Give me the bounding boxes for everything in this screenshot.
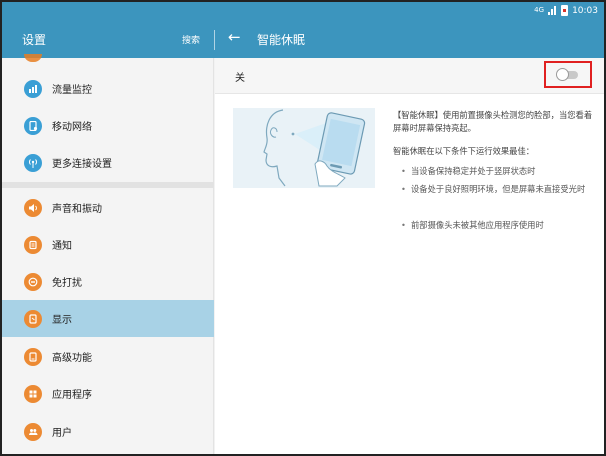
advanced-features-icon	[24, 347, 42, 366]
sidebar-item-label: 通知	[52, 241, 72, 252]
sidebar-item-label: 声音和振动	[52, 204, 102, 215]
sidebar-item-label: 移动网络	[52, 122, 92, 133]
back-arrow-icon[interactable]: ←	[228, 28, 241, 46]
sidebar-item-label: 流量监控	[52, 85, 92, 96]
sidebar-item-sound-vibration[interactable]: 声音和振动	[2, 189, 214, 226]
smart-stay-switch[interactable]	[556, 68, 578, 81]
sidebar-item-label: 用户	[52, 428, 72, 439]
speaker-icon	[24, 198, 42, 217]
app-bar: 设置 搜索 ← 智能休眠	[2, 22, 604, 58]
status-bar: 4G 10:03	[2, 2, 604, 22]
conditions-title: 智能休眠在以下条件下运行效果最佳：	[393, 146, 535, 156]
toggle-row[interactable]: 关	[215, 58, 604, 94]
sidebar-item-label: 免打扰	[52, 278, 82, 289]
page-title: 智能休眠	[257, 33, 306, 47]
tablet-screen: 4G 10:03 设置 搜索 ← 智能休眠 流量监控 移动网络 更多连接设置 声…	[0, 0, 606, 456]
app-bar-divider	[214, 30, 215, 50]
highlight-box	[544, 61, 592, 88]
apps-grid-icon	[24, 384, 42, 403]
antenna-icon	[24, 153, 42, 172]
feature-description: 【智能休眠】使用前置摄像头检测您的脸部，当您看着屏幕时屏幕保持亮起。	[393, 110, 593, 133]
sidebar-item-data-usage[interactable]: 流量监控	[2, 70, 214, 107]
sidebar-item-label: 显示	[52, 315, 72, 326]
switch-knob	[556, 68, 569, 81]
display-icon	[24, 309, 42, 328]
signal-strength-icon	[548, 6, 557, 15]
bell-icon	[24, 235, 42, 254]
sidebar-item-mobile-network[interactable]: 移动网络	[2, 107, 214, 144]
settings-title: 设置	[22, 33, 47, 47]
toggle-state-label: 关	[235, 73, 245, 84]
smart-stay-panel: 关 【智能休眠】使用前置摄像头检测您的脸部，当您看着屏幕时屏幕保持亮起。 智能休…	[215, 58, 604, 454]
condition-item: 当设备保持稳定并处于竖屏状态时	[401, 164, 591, 178]
bar-chart-icon	[24, 79, 42, 98]
condition-item: 前部摄像头未被其他应用程序使用时	[401, 218, 591, 232]
partial-icon	[24, 54, 42, 62]
users-icon	[24, 422, 42, 441]
sidebar-item-display[interactable]: 显示	[2, 300, 214, 337]
network-type: 4G	[534, 6, 545, 14]
status-clock: 10:03	[572, 5, 598, 16]
settings-sidebar[interactable]: 流量监控 移动网络 更多连接设置 声音和振动 通知 免打扰 显示 高级功能 应用…	[2, 54, 214, 454]
do-not-disturb-icon	[24, 272, 42, 291]
sidebar-item-do-not-disturb[interactable]: 免打扰	[2, 263, 214, 300]
battery-icon	[561, 5, 569, 16]
sidebar-item-advanced-features[interactable]: 高级功能	[2, 338, 214, 375]
sidebar-item-label: 更多连接设置	[52, 159, 112, 170]
sidebar-item-applications[interactable]: 应用程序	[2, 375, 214, 412]
sidebar-item-notifications[interactable]: 通知	[2, 226, 214, 263]
sidebar-item-more-connections[interactable]: 更多连接设置	[2, 144, 214, 181]
sidebar-item-label: 应用程序	[52, 390, 92, 401]
sidebar-item-label: 高级功能	[52, 353, 92, 364]
mobile-network-icon	[24, 116, 42, 135]
sidebar-item-users[interactable]: 用户	[2, 413, 214, 450]
condition-item: 设备处于良好照明环境，但是屏幕未直接受光时	[401, 182, 591, 196]
search-button[interactable]: 搜索	[182, 33, 200, 46]
smart-stay-illustration	[233, 108, 375, 188]
section-divider	[2, 182, 214, 188]
